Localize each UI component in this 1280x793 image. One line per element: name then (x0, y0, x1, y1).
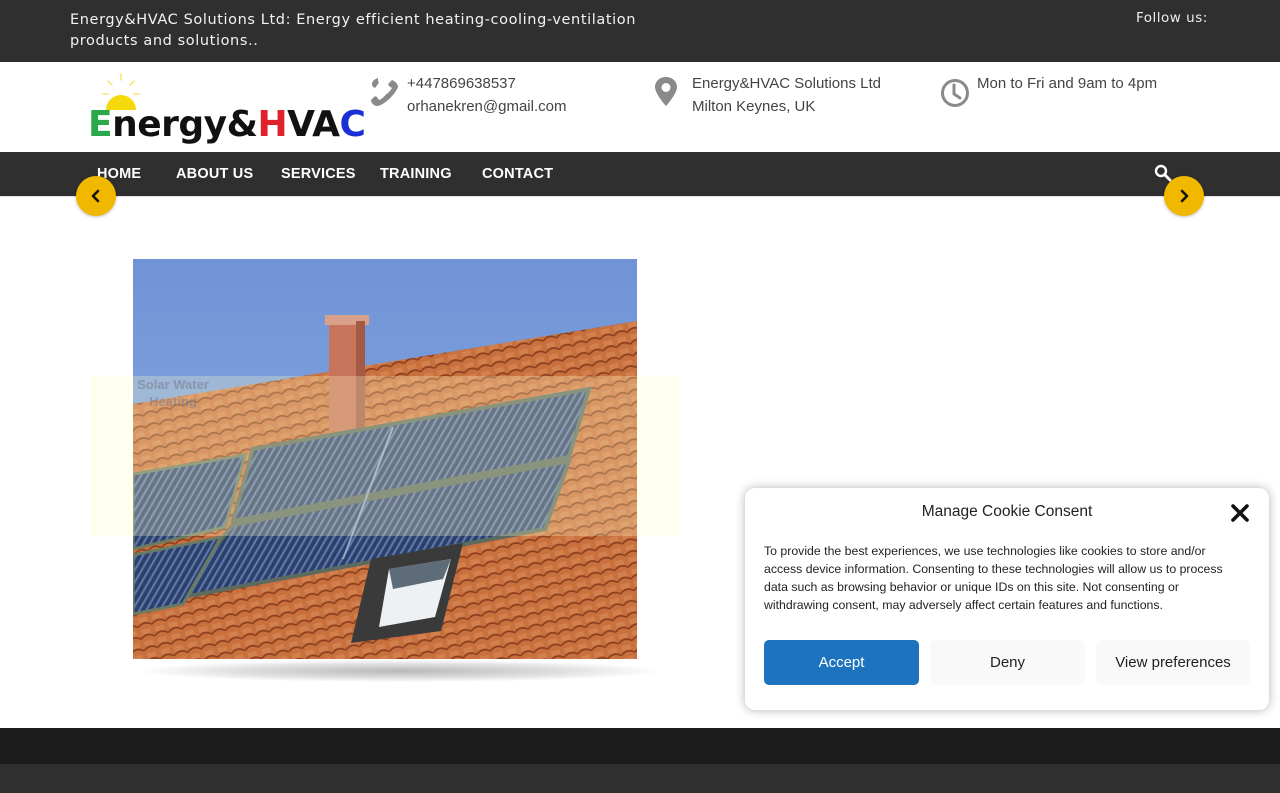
logo-letter-e: E (88, 104, 113, 145)
site-tagline: Energy&HVAC Solutions Ltd: Energy effici… (70, 12, 637, 49)
hours-text: Mon to Fri and 9am to 4pm (977, 75, 1158, 92)
chevron-right-icon (1180, 189, 1189, 203)
top-bar: Energy&HVAC Solutions Ltd: Energy effici… (0, 0, 1280, 62)
slide-caption-title: Solar Water Heating (137, 377, 209, 409)
logo-text-nergy: nergy& (112, 104, 258, 145)
footer-bottom-band (0, 764, 1280, 793)
email-address[interactable]: orhanekren@gmail.com (407, 95, 566, 118)
address-line-2: Milton Keynes, UK (692, 98, 816, 115)
map-marker-icon (655, 77, 677, 106)
nav-item-training[interactable]: TRAINING (380, 166, 452, 182)
close-icon[interactable] (1229, 502, 1251, 524)
slider-next-button[interactable] (1164, 176, 1204, 216)
slider-prev-button[interactable] (76, 176, 116, 216)
nav-item-contact[interactable]: CONTACT (482, 166, 553, 182)
site-logo[interactable]: Energy&HVAC (86, 68, 366, 150)
nav-item-services[interactable]: SERVICES (281, 166, 356, 182)
main-navigation: HOME ABOUT US SERVICES TRAINING CONTACT (0, 152, 1280, 197)
cookie-dialog-title: Manage Cookie Consent (921, 503, 1093, 520)
logo-letter-h: H (257, 104, 288, 145)
follow-us-label: Follow us: (1136, 10, 1208, 26)
clock-icon (941, 79, 969, 107)
site-header: Energy&HVAC +447869638537 orhanekren@gma… (0, 62, 1280, 152)
phone-number[interactable]: +447869638537 (407, 72, 566, 95)
logo-letter-c: C (339, 104, 366, 145)
chevron-left-icon (91, 189, 100, 203)
logo-wordmark: Energy&HVAC (88, 104, 366, 145)
cookie-dialog-body: To provide the best experiences, we use … (764, 544, 1223, 612)
accept-button[interactable]: Accept (764, 640, 919, 685)
address-text: Energy&HVAC Solutions Ltd Milton Keynes,… (692, 72, 881, 118)
hero-image-shadow (140, 660, 660, 682)
footer-top-band (0, 728, 1280, 764)
search-icon[interactable] (1154, 164, 1172, 182)
nav-item-about-us[interactable]: ABOUT US (176, 166, 253, 182)
deny-button[interactable]: Deny (930, 640, 1085, 685)
logo-text-va: VA (287, 104, 340, 145)
contact-text: +447869638537 orhanekren@gmail.com (407, 72, 566, 118)
hero-image-solar-roof (133, 259, 637, 659)
view-preferences-button[interactable]: View preferences (1096, 640, 1250, 685)
cookie-consent-dialog: Manage Cookie Consent To provide the bes… (745, 488, 1269, 710)
address-line-1: Energy&HVAC Solutions Ltd (692, 75, 881, 92)
phone-icon (371, 78, 398, 106)
